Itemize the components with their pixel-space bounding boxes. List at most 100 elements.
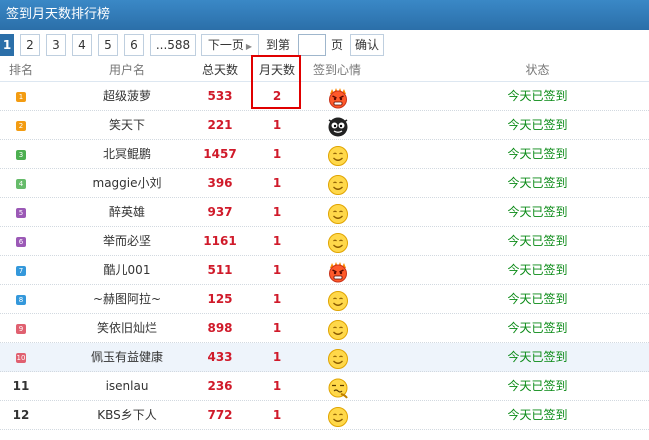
- table-row: 7 酷儿001 511 1 今天已签到: [0, 256, 649, 285]
- total-days-cell: 772: [207, 408, 233, 422]
- smile-face-icon: [327, 203, 349, 225]
- user-name-cell[interactable]: 笑天下: [72, 111, 182, 139]
- rank-cell: 10: [0, 343, 42, 371]
- user-name-cell[interactable]: maggie小刘: [72, 169, 182, 197]
- rank-badge: 8: [16, 294, 26, 305]
- header-status: 状态: [525, 63, 550, 77]
- rank-cell: 5: [0, 198, 42, 226]
- mood-cell: [318, 343, 358, 371]
- rank-badge: 3: [16, 149, 26, 160]
- month-days-cell: 1: [272, 379, 282, 393]
- status-cell: 今天已签到: [507, 89, 568, 103]
- total-days-cell: 1457: [203, 147, 237, 161]
- total-days-cell: 236: [207, 379, 233, 393]
- month-days-cell: 1: [272, 205, 282, 219]
- rank-badge: 10: [16, 352, 26, 363]
- rank-badge: 4: [16, 178, 26, 189]
- next-page-label: 下一页: [207, 38, 244, 52]
- smile-face-icon: [327, 145, 349, 167]
- mood-cell: [318, 314, 358, 342]
- table-row: 1 超级菠萝 533 2 今天已签到: [0, 82, 649, 111]
- status-cell: 今天已签到: [507, 292, 568, 306]
- smile-face-icon: [327, 174, 349, 196]
- user-name-cell[interactable]: 笑依旧灿烂: [72, 314, 182, 342]
- month-days-cell: 1: [272, 350, 282, 364]
- month-days-cell: 1: [272, 118, 282, 132]
- page-5-button[interactable]: 5: [98, 34, 118, 56]
- rank-cell: 6: [0, 227, 42, 255]
- header-rank: 排名: [8, 63, 33, 77]
- mood-cell: [318, 372, 358, 400]
- dizzy-face-icon: [327, 377, 349, 399]
- pagination: 1 2 3 4 5 6 ...588 下一页 ▶ 到第 页 确认: [0, 34, 649, 56]
- smile-face-icon: [327, 348, 349, 370]
- mood-cell: [318, 256, 358, 284]
- user-name-cell[interactable]: 超级菠萝: [72, 82, 182, 110]
- rank-cell: 1: [0, 82, 42, 110]
- month-days-cell: 1: [272, 263, 282, 277]
- header-mood: 签到心情: [312, 63, 361, 77]
- total-days-cell: 1161: [203, 234, 237, 248]
- rank-cell: 3: [0, 140, 42, 168]
- status-cell: 今天已签到: [507, 176, 568, 190]
- last-page-button[interactable]: ...588: [150, 34, 196, 56]
- rank-badge: 9: [16, 323, 26, 334]
- user-name-cell[interactable]: 佩玉有益健康: [72, 343, 182, 371]
- header-total-days: 总天数: [201, 63, 238, 77]
- mood-cell: [318, 285, 358, 313]
- total-days-cell: 396: [207, 176, 233, 190]
- user-name-cell[interactable]: ~赫图阿拉~: [72, 285, 182, 313]
- rank-number: 12: [12, 408, 30, 422]
- table-row: 3 北冥鲲鹏 1457 1 今天已签到: [0, 140, 649, 169]
- page-1-button[interactable]: 1: [0, 34, 14, 56]
- total-days-cell: 937: [207, 205, 233, 219]
- total-days-cell: 125: [207, 292, 233, 306]
- table-row: 11 isenlau 236 1 今天已签到: [0, 372, 649, 401]
- smile-face-icon: [327, 319, 349, 341]
- month-days-cell: 2: [272, 89, 282, 103]
- status-cell: 今天已签到: [507, 118, 568, 132]
- next-page-button[interactable]: 下一页 ▶: [201, 34, 259, 56]
- page-3-button[interactable]: 3: [46, 34, 66, 56]
- mood-cell: [318, 401, 358, 429]
- user-name-cell[interactable]: KBS乡下人: [72, 401, 182, 429]
- rank-badge: 6: [16, 236, 26, 247]
- status-cell: 今天已签到: [507, 205, 568, 219]
- user-name-cell[interactable]: isenlau: [72, 372, 182, 400]
- rank-cell: 11: [0, 372, 42, 400]
- status-cell: 今天已签到: [507, 379, 568, 393]
- smile-face-icon: [327, 232, 349, 254]
- status-cell: 今天已签到: [507, 350, 568, 364]
- table-row: 6 举而必坚 1161 1 今天已签到: [0, 227, 649, 256]
- smile-face-icon: [327, 406, 349, 428]
- page-2-button[interactable]: 2: [20, 34, 40, 56]
- total-days-cell: 221: [207, 118, 233, 132]
- user-name-cell[interactable]: 酷儿001: [72, 256, 182, 284]
- user-name-cell[interactable]: 醉英雄: [72, 198, 182, 226]
- page-6-button[interactable]: 6: [124, 34, 144, 56]
- black-face-icon: [327, 116, 349, 138]
- page-4-button[interactable]: 4: [72, 34, 92, 56]
- confirm-button[interactable]: 确认: [350, 34, 384, 56]
- rank-badge: 5: [16, 207, 26, 218]
- angry-face-icon: [327, 87, 349, 109]
- month-days-cell: 1: [272, 292, 282, 306]
- goto-label: 到第: [266, 38, 291, 52]
- mood-cell: [318, 198, 358, 226]
- status-cell: 今天已签到: [507, 321, 568, 335]
- rank-cell: 8: [0, 285, 42, 313]
- goto-page-input[interactable]: [298, 34, 326, 56]
- mood-cell: [318, 227, 358, 255]
- rank-number: 11: [12, 379, 30, 393]
- month-days-cell: 1: [272, 321, 282, 335]
- total-days-cell: 533: [207, 89, 233, 103]
- angry-face-icon: [327, 261, 349, 283]
- user-name-cell[interactable]: 举而必坚: [72, 227, 182, 255]
- rank-badge: 2: [16, 120, 26, 131]
- rank-cell: 2: [0, 111, 42, 139]
- mood-cell: [318, 111, 358, 139]
- header-user: 用户名: [108, 63, 145, 77]
- user-name-cell[interactable]: 北冥鲲鹏: [72, 140, 182, 168]
- triangle-right-icon: ▶: [245, 42, 253, 51]
- table-row: 2 笑天下 221 1 今天已签到: [0, 111, 649, 140]
